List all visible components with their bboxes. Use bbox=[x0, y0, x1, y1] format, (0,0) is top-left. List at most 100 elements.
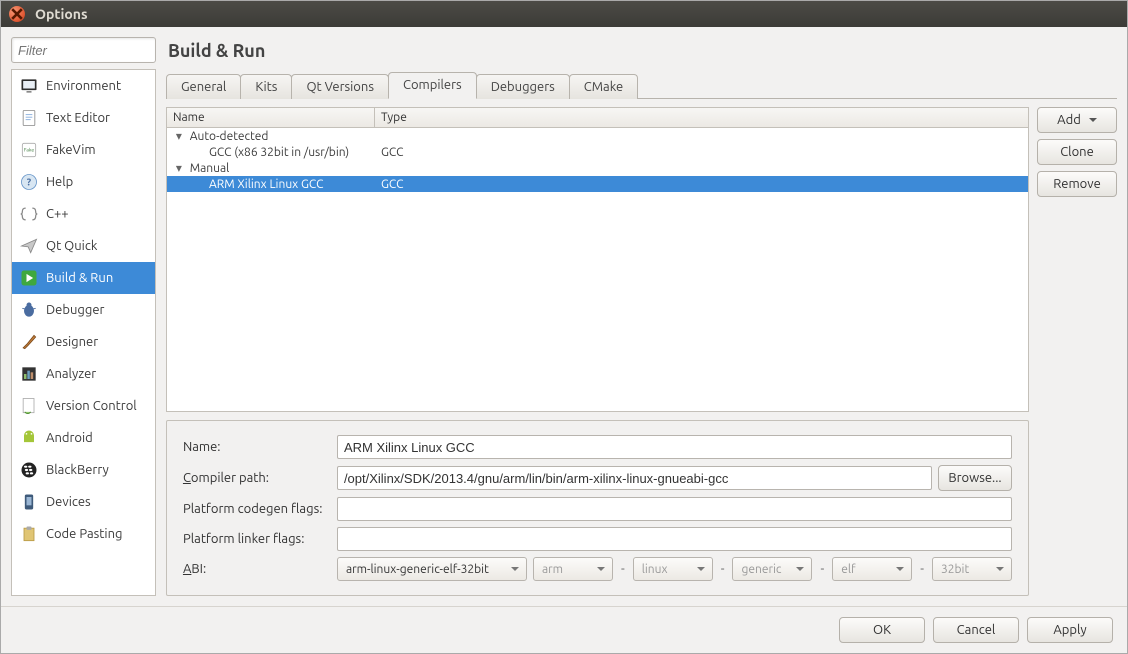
group-label: Auto-detected bbox=[190, 130, 269, 143]
compiler-form: Name: Compiler path: Browse... Platform … bbox=[166, 420, 1029, 596]
sidebar-item-blackberry[interactable]: BlackBerry bbox=[12, 454, 155, 486]
abi-flavor-select[interactable]: generic bbox=[732, 557, 812, 581]
abi-width-select[interactable]: 32bit bbox=[932, 557, 1012, 581]
build-run-icon bbox=[18, 267, 40, 289]
tree-row-arm-xilinx[interactable]: ARM Xilinx Linux GCC GCC bbox=[167, 176, 1028, 192]
sidebar-item-version-control[interactable]: Version Control bbox=[12, 390, 155, 422]
close-icon[interactable] bbox=[9, 6, 25, 22]
compiler-type: GCC bbox=[375, 178, 410, 191]
sidebar-item-analyzer[interactable]: Analyzer bbox=[12, 358, 155, 390]
sidebar-item-label: Version Control bbox=[46, 399, 137, 413]
paper-plane-icon bbox=[18, 235, 40, 257]
sidebar-item-android[interactable]: Android bbox=[12, 422, 155, 454]
analyzer-icon bbox=[18, 363, 40, 385]
brush-icon bbox=[18, 331, 40, 353]
codegen-flags-input[interactable] bbox=[337, 497, 1012, 521]
sidebar-item-label: Text Editor bbox=[46, 111, 110, 125]
remove-button[interactable]: Remove bbox=[1037, 171, 1117, 197]
sidebar-item-devices[interactable]: Devices bbox=[12, 486, 155, 518]
sidebar-item-label: Environment bbox=[46, 79, 121, 93]
sidebar-item-label: Analyzer bbox=[46, 367, 96, 381]
sidebar-item-label: Code Pasting bbox=[46, 527, 122, 541]
sidebar-list: Environment Text Editor Fake FakeVim bbox=[11, 69, 156, 596]
tree-body[interactable]: ▾ Auto-detected GCC (x86 32bit in /usr/b… bbox=[166, 128, 1029, 412]
abi-combined-select[interactable]: arm-linux-generic-elf-32bit bbox=[337, 557, 527, 581]
sidebar-item-build-run[interactable]: Build & Run bbox=[12, 262, 155, 294]
tab-qt-versions[interactable]: Qt Versions bbox=[291, 74, 389, 99]
tab-bar: General Kits Qt Versions Compilers Debug… bbox=[166, 71, 1117, 99]
add-button[interactable]: Add bbox=[1037, 107, 1117, 133]
svg-text:Fake: Fake bbox=[24, 146, 34, 152]
fakevim-icon: Fake bbox=[18, 139, 40, 161]
page-title: Build & Run bbox=[166, 37, 1117, 71]
tree-group-manual[interactable]: ▾ Manual bbox=[167, 160, 1028, 176]
monitor-icon bbox=[18, 75, 40, 97]
sidebar-item-label: C++ bbox=[46, 207, 69, 221]
sidebar: Environment Text Editor Fake FakeVim bbox=[11, 37, 156, 596]
cancel-button[interactable]: Cancel bbox=[933, 617, 1019, 643]
tab-kits[interactable]: Kits bbox=[240, 74, 292, 99]
name-input[interactable] bbox=[337, 435, 1012, 459]
sidebar-item-environment[interactable]: Environment bbox=[12, 70, 155, 102]
help-icon: ? bbox=[18, 171, 40, 193]
options-window: Options Environment Text Editor bbox=[0, 0, 1128, 654]
tab-compilers[interactable]: Compilers bbox=[388, 72, 477, 99]
tree-header: Name Type bbox=[166, 107, 1029, 128]
sidebar-item-text-editor[interactable]: Text Editor bbox=[12, 102, 155, 134]
sidebar-item-code-pasting[interactable]: Code Pasting bbox=[12, 518, 155, 550]
sidebar-item-label: Build & Run bbox=[46, 271, 113, 285]
compiler-path-input[interactable] bbox=[337, 466, 932, 490]
compiler-name: ARM Xilinx Linux GCC bbox=[167, 178, 375, 191]
tree-header-type[interactable]: Type bbox=[375, 108, 1028, 127]
sidebar-item-qt-quick[interactable]: Qt Quick bbox=[12, 230, 155, 262]
sidebar-item-label: Devices bbox=[46, 495, 91, 509]
tab-cmake[interactable]: CMake bbox=[569, 74, 638, 99]
action-buttons: Add Clone Remove bbox=[1037, 107, 1117, 596]
clone-button[interactable]: Clone bbox=[1037, 139, 1117, 165]
vcs-icon bbox=[18, 395, 40, 417]
abi-arch-select[interactable]: arm bbox=[533, 557, 613, 581]
sidebar-item-debugger[interactable]: Debugger bbox=[12, 294, 155, 326]
abi-os-select[interactable]: linux bbox=[633, 557, 713, 581]
dash: - bbox=[818, 562, 826, 576]
sidebar-item-fakevim[interactable]: Fake FakeVim bbox=[12, 134, 155, 166]
tree-row-autodetected-gcc[interactable]: GCC (x86 32bit in /usr/bin) GCC bbox=[167, 144, 1028, 160]
tab-debuggers[interactable]: Debuggers bbox=[476, 74, 570, 99]
svg-text:?: ? bbox=[27, 176, 32, 187]
sidebar-item-label: Android bbox=[46, 431, 93, 445]
label-abi: ABI: bbox=[183, 562, 331, 576]
tab-general[interactable]: General bbox=[166, 74, 241, 99]
chevron-down-icon[interactable]: ▾ bbox=[173, 130, 185, 142]
label-compiler-path: Compiler path: bbox=[183, 471, 331, 485]
abi-format-select[interactable]: elf bbox=[832, 557, 912, 581]
tree-header-name[interactable]: Name bbox=[167, 108, 375, 127]
label-name: Name: bbox=[183, 440, 331, 454]
braces-icon bbox=[18, 203, 40, 225]
label-linker: Platform linker flags: bbox=[183, 532, 331, 546]
browse-button[interactable]: Browse... bbox=[938, 465, 1012, 491]
ok-button[interactable]: OK bbox=[839, 617, 925, 643]
sidebar-item-cpp[interactable]: C++ bbox=[12, 198, 155, 230]
apply-button[interactable]: Apply bbox=[1027, 617, 1113, 643]
device-icon bbox=[18, 491, 40, 513]
compilers-tree-column: Name Type ▾ Auto-detected GCC (x86 32bit… bbox=[166, 107, 1029, 596]
titlebar: Options bbox=[1, 1, 1127, 27]
bug-icon bbox=[18, 299, 40, 321]
sidebar-item-designer[interactable]: Designer bbox=[12, 326, 155, 358]
sidebar-item-label: Help bbox=[46, 175, 73, 189]
filter-input[interactable] bbox=[11, 37, 156, 63]
tree-group-auto[interactable]: ▾ Auto-detected bbox=[167, 128, 1028, 144]
label-codegen: Platform codegen flags: bbox=[183, 502, 331, 516]
blackberry-icon bbox=[18, 459, 40, 481]
dialog-body: Environment Text Editor Fake FakeVim bbox=[1, 27, 1127, 606]
dash: - bbox=[619, 562, 627, 576]
sidebar-item-label: BlackBerry bbox=[46, 463, 109, 477]
group-label: Manual bbox=[190, 162, 230, 175]
chevron-down-icon[interactable]: ▾ bbox=[173, 162, 185, 174]
compiler-type: GCC bbox=[375, 146, 410, 159]
linker-flags-input[interactable] bbox=[337, 527, 1012, 551]
sidebar-item-help[interactable]: ? Help bbox=[12, 166, 155, 198]
sidebar-item-label: Designer bbox=[46, 335, 98, 349]
compiler-name: GCC (x86 32bit in /usr/bin) bbox=[167, 146, 375, 159]
dialog-footer: OK Cancel Apply bbox=[1, 606, 1127, 653]
